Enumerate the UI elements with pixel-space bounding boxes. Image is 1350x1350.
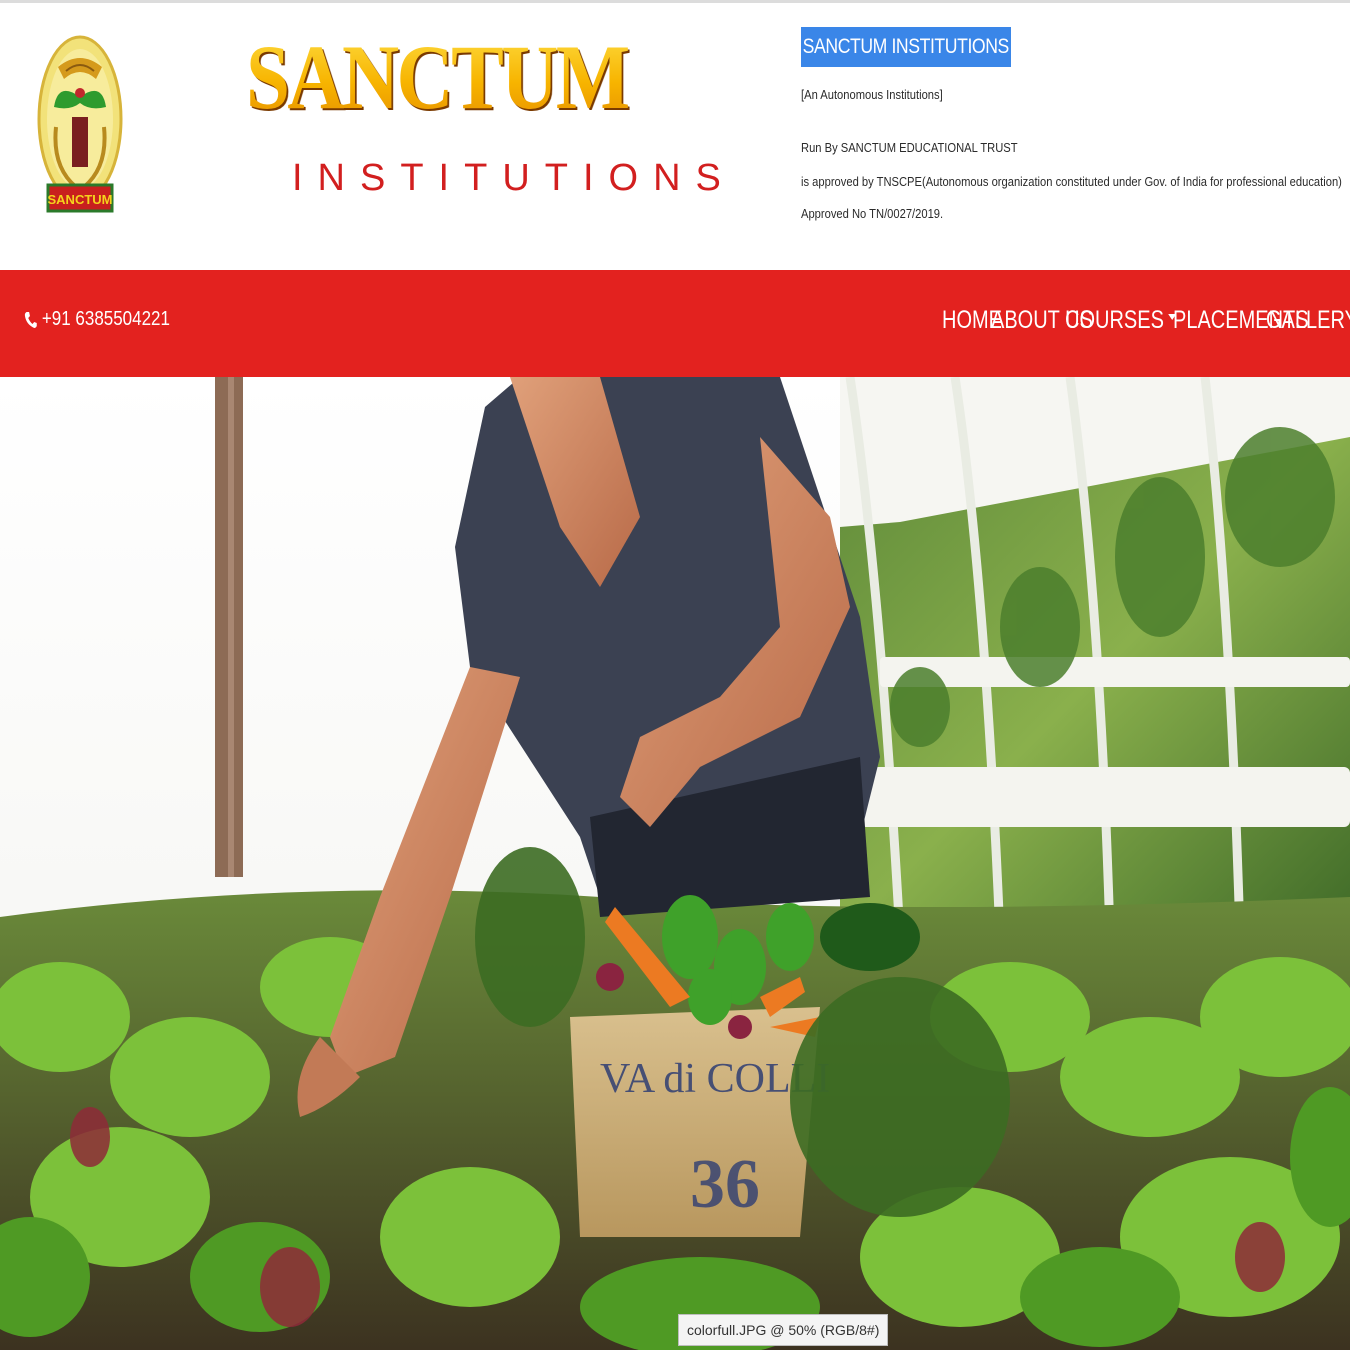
nav-gallery[interactable]: GALLERY [1266,306,1350,335]
main-navbar: +91 6385504221 HOME ABOUT US COURSES PLA… [0,270,1350,377]
info-run-by: Run By SANCTUM EDUCATIONAL TRUST [801,140,1018,155]
crate-text-line2: 36 [690,1146,760,1223]
brand-subtitle: INSTITUTIONS [292,157,736,199]
brand-wordmark[interactable]: SANCTUM INSTITUTIONS [246,21,721,211]
phone-contact[interactable]: +91 6385504221 [24,308,170,331]
emblem-text: SANCTUM [48,192,113,207]
hero-banner: VA di COLLI 36 [0,377,1350,1350]
brand-title: SANCTUM [246,21,631,133]
info-tagline: [An Autonomous Institutions] [801,87,943,102]
institution-info: SANCTUM INSTITUTIONS [An Autonomous Inst… [801,27,1342,221]
sanctum-emblem-logo[interactable]: SANCTUM [36,27,124,217]
phone-icon [24,311,37,328]
nav-courses[interactable]: COURSES [1065,306,1176,335]
nav-courses-label: COURSES [1065,306,1164,334]
phone-number: +91 6385504221 [41,308,170,330]
info-approved-number: Approved No TN/0027/2019. [801,206,944,221]
site-header: SANCTUM SANCTUM INSTITUTIONS SANCTUM INS… [0,0,1350,270]
info-approval: is approved by TNSCPE(Autonomous organiz… [801,174,1342,189]
hero-farmer-image: VA di COLLI 36 [0,377,1350,1350]
image-status-tooltip: colorfull.JPG @ 50% (RGB/8#) [678,1314,889,1346]
info-title: SANCTUM INSTITUTIONS [801,27,1011,67]
